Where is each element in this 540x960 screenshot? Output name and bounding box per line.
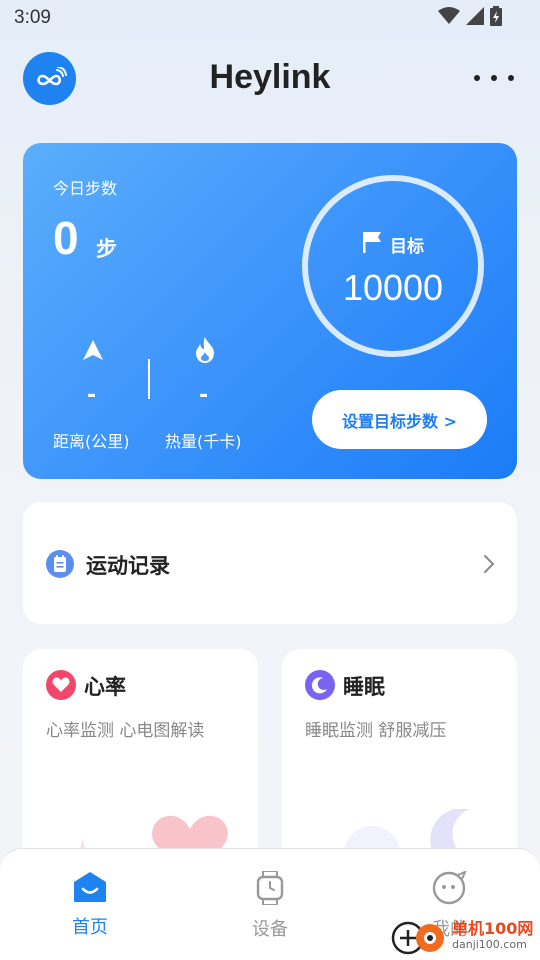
sleep-card[interactable]: 睡眠 睡眠监测 舒服减压 [282,649,517,879]
metrics-divider [148,359,150,399]
profile-icon [432,870,468,909]
watermark-text: 单机100网 danji100.com [452,920,533,952]
steps-unit: 步 [96,237,117,261]
goal-ring: 目标 10000 [302,175,484,357]
battery-icon [490,6,502,30]
goal-label: 目标 [390,237,424,257]
heart-rate-card[interactable]: 心率 心率监测 心电图解读 [23,649,258,879]
heart-icon [46,670,76,700]
calories-label: 热量(千卡) [165,432,242,451]
distance-value: - [87,383,97,408]
goal-value: 10000 [342,267,444,308]
watermark: 单机100网 danji100.com [390,912,540,960]
chevron-right-icon [483,554,495,578]
nav-item-device[interactable]: 设备 [220,870,320,941]
today-steps-label: 今日步数 [53,179,118,198]
heart-rate-title: 心率 [84,675,126,699]
status-bar: 3:09 [0,0,540,36]
nav-label-device: 设备 [252,919,288,940]
watermark-url: danji100.com [452,938,527,951]
dot [508,75,514,81]
distance-label: 距离(公里) [53,432,130,451]
wifi-icon [438,7,460,29]
sleep-subtitle: 睡眠监测 舒服减压 [305,721,447,741]
exercise-record-title: 运动记录 [86,554,170,578]
steps-card[interactable]: 今日步数 0 步 - 距离(公里) - 热量(千卡) 目标 10000 设置目标… [23,143,517,479]
nav-item-home[interactable]: 首页 [40,871,140,939]
signal-icon [466,7,484,29]
steps-value: 0 [53,212,79,264]
dot [474,75,480,81]
goal-label-row: 目标 [308,231,478,258]
status-icons [438,6,502,30]
flag-icon [362,231,382,258]
exercise-record-card[interactable]: 运动记录 [23,502,517,624]
moon-icon [305,670,335,700]
sleep-title: 睡眠 [343,675,385,699]
watch-icon [256,870,284,909]
app-header: Heylink [0,50,540,108]
dot [491,75,497,81]
watermark-logo-icon [391,921,444,955]
watermark-name: 单机100网 [452,919,534,938]
navigation-arrow-icon [82,339,104,365]
calories-value: - [199,383,209,408]
app-title: Heylink [209,58,331,96]
notepad-icon [46,550,74,578]
home-icon [73,871,107,907]
heart-rate-subtitle: 心率监测 心电图解读 [46,721,205,741]
nav-label-home: 首页 [72,917,108,938]
flame-icon [194,337,216,367]
more-options-button[interactable] [474,64,514,92]
set-goal-button[interactable]: 设置目标步数 > [312,390,487,449]
status-time: 3:09 [14,7,51,28]
